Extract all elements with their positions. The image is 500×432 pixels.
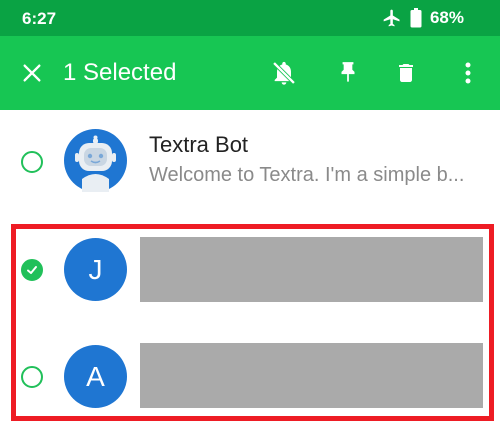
status-time: 6:27 (22, 9, 57, 28)
status-icons: 68% (382, 8, 464, 28)
conversation-snippet: Welcome to Textra. I'm a simple b... (149, 164, 465, 186)
battery-percent: 68% (429, 8, 464, 27)
delete-icon (399, 64, 413, 82)
close-selection-button[interactable] (10, 36, 54, 110)
pin-button[interactable] (326, 36, 370, 110)
battery-icon (410, 8, 422, 28)
robot-avatar-icon (64, 129, 127, 192)
conversation-name: Textra Bot (149, 132, 249, 157)
airplane-icon (383, 9, 400, 27)
delete-button[interactable] (384, 36, 428, 110)
more-vert-icon (465, 62, 471, 84)
status-bar: 6:27 68% (0, 0, 500, 36)
highlight-box (11, 224, 494, 421)
conversation-row[interactable]: Textra Bot Welcome to Textra. I'm a simp… (0, 112, 500, 212)
close-icon (23, 64, 41, 82)
select-radio[interactable] (21, 151, 43, 173)
pin-icon (341, 62, 355, 82)
more-options-button[interactable] (446, 36, 490, 110)
mute-button[interactable] (262, 36, 306, 110)
mute-icon (272, 61, 296, 85)
selected-count: 1 Selected (63, 59, 177, 86)
selection-toolbar: 1 Selected (0, 36, 500, 110)
